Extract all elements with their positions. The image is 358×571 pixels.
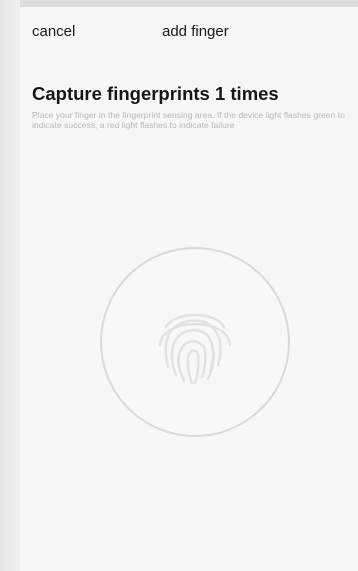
nav-title: add finger — [162, 23, 229, 40]
fingerprint-sensor-ring — [100, 247, 290, 437]
nav-bar: cancel add finger — [20, 7, 358, 53]
instruction-text: Place your finger in the fingerprint sen… — [32, 110, 345, 130]
cancel-button[interactable]: cancel — [32, 23, 75, 40]
page-title: Capture fingerprints 1 times — [32, 83, 279, 104]
add-finger-screen: cancel add finger Capture fingerprints 1… — [20, 7, 358, 571]
phone-screenshot: cancel add finger Capture fingerprints 1… — [0, 0, 358, 571]
status-bar-strip — [20, 0, 358, 7]
fingerprint-icon — [148, 297, 242, 391]
